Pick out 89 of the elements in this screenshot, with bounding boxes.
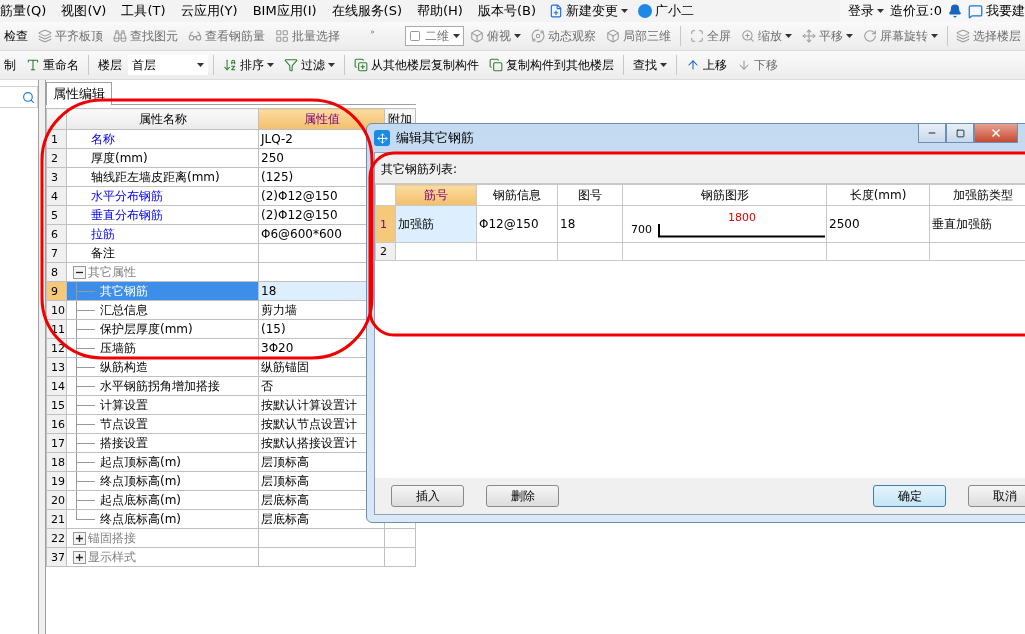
expand-icon[interactable] <box>73 531 86 545</box>
caret-icon <box>514 34 522 38</box>
column-header[interactable]: 长度(mm) <box>826 184 930 206</box>
column-header[interactable]: 属性值 <box>258 108 385 130</box>
column-header[interactable]: 钢筋信息 <box>476 184 558 206</box>
dialog-button[interactable]: 取消 <box>968 485 1025 507</box>
sort-icon <box>223 58 237 72</box>
login-button[interactable]: 登录 <box>848 2 885 20</box>
table-cell[interactable]: 加强筋 <box>395 205 477 243</box>
filter-icon <box>284 58 298 72</box>
collapse-icon[interactable] <box>73 265 86 279</box>
table-cell: 18 <box>557 205 623 243</box>
binoculars-icon <box>113 29 127 43</box>
minimize-button[interactable] <box>918 124 946 143</box>
grid-icon <box>275 29 289 43</box>
menu-item[interactable]: 视图(V) <box>59 2 114 20</box>
row-number: 1 <box>375 205 396 243</box>
table-cell: 2500 <box>826 205 930 243</box>
mascot-icon <box>637 4 652 18</box>
square-icon <box>409 30 422 42</box>
toolbar-button[interactable]: 查找 <box>629 54 671 76</box>
feedback-button[interactable]: 我要建 <box>968 2 1025 20</box>
new-change-button[interactable]: 新建变更 <box>548 2 628 20</box>
toolbar-button[interactable]: 从其他楼层复制构件 <box>350 54 483 76</box>
dialog-button[interactable]: 删除 <box>486 485 559 507</box>
caret-icon <box>877 9 885 13</box>
layers-icon <box>38 29 52 43</box>
caret-icon <box>784 34 792 38</box>
caret-icon <box>620 9 628 13</box>
caret-icon <box>845 34 853 38</box>
zoom-icon <box>740 29 755 43</box>
dialog-title: 编辑其它钢筋 <box>396 129 474 147</box>
move-icon <box>801 29 816 43</box>
rotate-icon <box>862 29 877 43</box>
caret-icon <box>328 63 335 67</box>
dialog-button[interactable]: 确定 <box>873 485 946 507</box>
tab[interactable]: 属性编辑 <box>46 82 112 105</box>
menu-item[interactable]: 云应用(Y) <box>178 2 245 20</box>
bell-icon[interactable] <box>948 4 962 18</box>
toolbar-button[interactable]: 过滤 <box>280 54 339 76</box>
cube-icon <box>470 29 485 43</box>
maximize-button[interactable] <box>946 124 974 143</box>
column-header[interactable]: 图号 <box>557 184 623 206</box>
cube-icon <box>606 29 621 43</box>
assistant-button[interactable]: 广小二 <box>637 2 694 20</box>
rename-icon <box>26 58 40 72</box>
expand-icon[interactable] <box>73 550 86 564</box>
toolbar-button[interactable]: 制 <box>0 54 20 76</box>
table-cell: 垂直加强筋 <box>929 205 1025 243</box>
toolbar-button[interactable]: 检查 <box>0 25 32 47</box>
column-header[interactable]: 属性名称 <box>66 108 259 130</box>
message-icon <box>968 3 983 19</box>
orbit-icon <box>531 29 546 43</box>
glasses-icon <box>188 29 202 43</box>
toolbar-button[interactable]: 排序 <box>219 54 278 76</box>
column-header[interactable]: 钢筋图形 <box>622 184 827 206</box>
column-header[interactable]: 筋号 <box>395 184 477 206</box>
maximize-icon <box>955 128 965 138</box>
caret-icon <box>197 63 204 67</box>
toolbar-button[interactable]: 上移 <box>682 54 731 76</box>
close-icon <box>990 127 1002 139</box>
caret-icon <box>267 63 274 67</box>
search-field[interactable] <box>0 86 38 108</box>
menu-item[interactable]: 筋量(Q) <box>0 2 54 20</box>
menu-item[interactable]: BIM应用(I) <box>250 2 324 20</box>
copy-icon <box>354 58 368 72</box>
floor-label: 楼层 <box>97 56 123 74</box>
menu-item[interactable]: 帮助(H) <box>415 2 470 20</box>
close-button[interactable] <box>974 124 1018 143</box>
combo-box[interactable]: 首层 <box>128 55 208 75</box>
menu-item[interactable]: 版本号(B) <box>475 2 543 20</box>
document-icon <box>548 4 563 18</box>
toolbar-button[interactable]: 复制构件到其他楼层 <box>485 54 618 76</box>
coin-balance: 造价豆:0 <box>890 2 942 20</box>
caret-icon <box>453 34 461 38</box>
shape-dimension: 1800 <box>728 210 756 224</box>
fullscreen-icon <box>689 29 704 43</box>
copy-icon <box>489 58 503 72</box>
dialog-button[interactable]: 插入 <box>391 485 464 507</box>
caret-icon <box>660 63 667 67</box>
caret-icon <box>930 34 938 38</box>
layers-icon <box>956 29 970 43</box>
table-cell: Φ12@150 <box>476 205 558 243</box>
column-header[interactable]: 加强筋类型 <box>929 184 1025 206</box>
search-icon <box>22 90 35 104</box>
menu-item[interactable]: 在线服务(S) <box>329 2 409 20</box>
shape-dimension: 700 <box>631 222 652 238</box>
toolbar-button[interactable]: 重命名 <box>22 54 83 76</box>
menu-item[interactable]: 工具(T) <box>119 2 173 20</box>
